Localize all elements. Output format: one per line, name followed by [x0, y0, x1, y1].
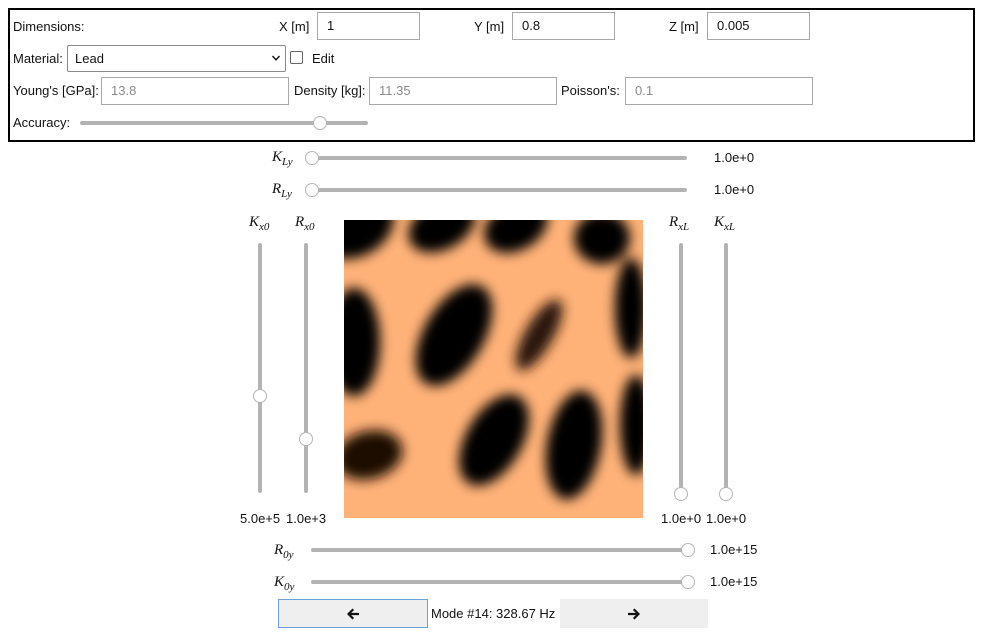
r-xl-value: 1.0e+0 — [661, 511, 702, 526]
r-xl-slider[interactable] — [674, 243, 688, 501]
r-x0-slider-thumb[interactable] — [299, 431, 313, 446]
k-x0-label: Kx0 — [249, 214, 270, 233]
k-xl-slider[interactable] — [719, 243, 733, 501]
k-0y-label: K0y — [274, 574, 295, 593]
mode-label: Mode #14: 328.67 Hz — [431, 606, 556, 621]
prev-mode-button[interactable] — [278, 599, 428, 628]
material-selected: Lead — [75, 51, 104, 66]
y-label: Y [m] — [474, 19, 505, 34]
density-label: Density [kg]: — [294, 83, 366, 98]
material-select[interactable]: Lead — [67, 45, 286, 72]
z-input[interactable]: 0.005 — [707, 12, 810, 40]
x-label: X [m] — [279, 19, 310, 34]
mode-shape-plot — [344, 220, 643, 518]
k-ly-slider-track — [305, 156, 687, 160]
r-xl-slider-track — [679, 243, 683, 501]
k-x0-slider[interactable] — [253, 243, 267, 493]
k-0y-slider-track — [311, 580, 695, 584]
z-label: Z [m] — [669, 19, 699, 34]
y-input[interactable]: 0.8 — [512, 12, 615, 40]
youngs-label: Young's [GPa]: — [13, 83, 99, 98]
next-mode-button[interactable] — [560, 599, 708, 628]
dimensions-label: Dimensions: — [13, 19, 85, 34]
edit-checkbox[interactable] — [290, 51, 303, 64]
arrow-right-icon — [628, 607, 640, 620]
k-0y-value: 1.0e+15 — [710, 574, 758, 589]
r-ly-value: 1.0e+0 — [714, 182, 755, 197]
r-x0-value: 1.0e+3 — [286, 511, 327, 526]
accuracy-label: Accuracy: — [13, 115, 71, 130]
r-0y-slider-track — [311, 548, 695, 552]
k-xl-value: 1.0e+0 — [706, 511, 747, 526]
edit-label: Edit — [312, 51, 335, 66]
r-0y-value: 1.0e+15 — [710, 542, 758, 557]
accuracy-slider-thumb[interactable] — [312, 116, 327, 130]
accuracy-slider[interactable] — [80, 116, 368, 130]
poisson-label: Poisson's: — [561, 83, 620, 98]
material-label: Material: — [13, 51, 63, 66]
k-xl-slider-track — [724, 243, 728, 501]
k-ly-value: 1.0e+0 — [714, 150, 755, 165]
chevron-down-icon — [272, 55, 280, 61]
k-x0-value: 5.0e+5 — [240, 511, 281, 526]
r-ly-slider[interactable] — [305, 183, 687, 197]
k-0y-slider-thumb[interactable] — [681, 575, 695, 589]
r-0y-label: R0y — [274, 542, 294, 561]
arrow-left-icon — [347, 607, 359, 620]
r-ly-label: RLy — [272, 181, 292, 200]
r-x0-slider-track — [304, 243, 308, 493]
r-xl-slider-thumb[interactable] — [674, 487, 688, 501]
k-x0-slider-track — [258, 243, 262, 493]
r-0y-slider[interactable] — [311, 543, 695, 557]
density-input[interactable]: 11.35 — [369, 77, 557, 105]
x-input[interactable]: 1 — [317, 12, 420, 40]
r-ly-slider-track — [305, 188, 687, 192]
r-x0-slider[interactable] — [299, 243, 313, 493]
r-xl-label: RxL — [669, 214, 690, 233]
k-xl-label: KxL — [714, 214, 736, 233]
k-ly-slider-thumb[interactable] — [305, 151, 319, 165]
r-x0-label: Rx0 — [295, 214, 315, 233]
r-0y-slider-thumb[interactable] — [681, 543, 695, 557]
r-ly-slider-thumb[interactable] — [305, 183, 319, 197]
k-0y-slider[interactable] — [311, 575, 695, 589]
k-ly-slider[interactable] — [305, 151, 687, 165]
youngs-input[interactable]: 13.8 — [101, 77, 289, 105]
k-x0-slider-thumb[interactable] — [253, 389, 267, 404]
k-ly-label: KLy — [272, 149, 293, 168]
k-xl-slider-thumb[interactable] — [719, 487, 733, 501]
poisson-input[interactable]: 0.1 — [625, 77, 813, 105]
